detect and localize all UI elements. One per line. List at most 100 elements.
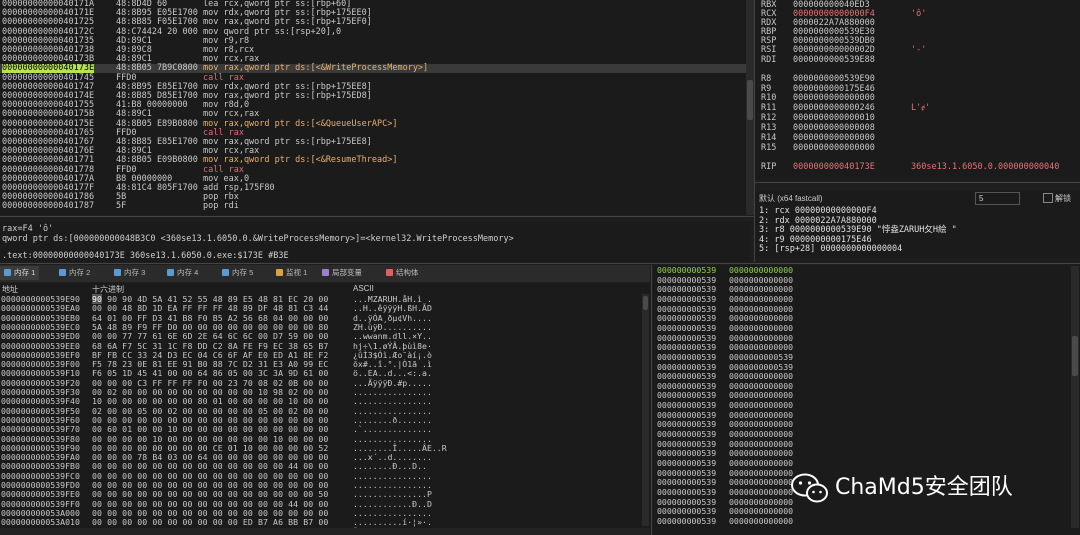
stack-value: 0000000000000: [729, 486, 794, 497]
disasm-row[interactable]: 00000000000040177A B8 00000000 mov eax,0: [0, 174, 746, 184]
tab-icon: [222, 269, 229, 276]
tab-8[interactable]: 结构体: [382, 266, 423, 280]
tab-6[interactable]: 监视 1: [272, 266, 311, 280]
disasm-row[interactable]: 00000000000040175E 48:8B05 E89B0800 mov ra…: [0, 119, 746, 129]
disasm-row[interactable]: 00000000000040177F 48:81C4 805F1700 add rs…: [0, 184, 746, 193]
info-line-2: qword ptr ds:[000000000048B3C0 <360se13.…: [2, 234, 514, 244]
call-convention-bar: 默认 (x64 fastcall) 5 解锁: [755, 191, 1080, 205]
stack-address: 000000000539: [657, 458, 717, 468]
stack-row[interactable]: 000000000539 0000000000000: [655, 516, 1070, 526]
register-row-r13[interactable]: R13 0000000000000008: [761, 123, 1080, 133]
watermark: ChaMd5安全团队: [790, 470, 1050, 506]
disasm-row[interactable]: 00000000000040173E 48:8B05 7B9C0800 mov ra…: [0, 64, 746, 74]
register-row-r10[interactable]: R10 0000000000000000: [761, 93, 1080, 103]
arg-count-spinner[interactable]: 5: [975, 192, 1020, 205]
tab-4[interactable]: 内存 4: [163, 266, 202, 280]
disasm-row[interactable]: 000000000000401786 5B pop rbx: [0, 193, 746, 202]
tab-label: 内存 4: [177, 268, 199, 277]
call-args-list: 1: rcx 00000000000000F4 2: rdx 0000022A7A…: [755, 205, 1080, 258]
register-row-r15[interactable]: R15 0000000000000000: [761, 143, 1080, 153]
register-name: RIP: [761, 162, 777, 172]
stack-row[interactable]: 000000000539 0000000000539: [655, 362, 1070, 372]
tab-1[interactable]: 内存 1: [0, 266, 40, 280]
register-row-r11[interactable]: R11 0000000000000246 L'ɇ': [761, 103, 1080, 113]
dump-scrollbar[interactable]: [642, 294, 649, 526]
call-convention-select[interactable]: 默认 (x64 fastcall): [759, 193, 823, 204]
watermark-text: ChaMd5安全团队: [835, 475, 1013, 500]
register-value[interactable]: 0000000000539E88: [793, 55, 875, 65]
memory-dump[interactable]: 地址 十六进制 ASCII 0000000000539E90 90 90 90 4…: [0, 283, 650, 535]
register-value[interactable]: 0000000000539E90: [793, 74, 875, 84]
disasm-row[interactable]: 000000000000401745 FFD0 call rax: [0, 73, 746, 83]
arg-count: 5: [979, 194, 984, 203]
register-comment: '-': [911, 45, 927, 55]
tab-3[interactable]: 内存 3: [110, 266, 149, 280]
stack-row[interactable]: 000000000539 0000000000000: [655, 410, 1070, 420]
stack-row[interactable]: 000000000539 0000000000000: [655, 313, 1070, 323]
stack-row[interactable]: 000000000539 0000000000000: [655, 284, 1070, 294]
register-row-rdi[interactable]: RDI 0000000000539E88: [761, 55, 1080, 65]
disasm-row[interactable]: 000000000000401747 48:8B95 E85E1700 mov rd…: [0, 82, 746, 92]
stack-row[interactable]: 000000000539 0000000000000: [655, 439, 1070, 449]
stack-row[interactable]: 000000000539 0000000000000: [655, 506, 1070, 516]
register-row-rsi[interactable]: RSI 000000000000002D '-': [761, 45, 1080, 55]
disasm-row[interactable]: 000000000000401738 49:89C8 mov r8,rcx: [0, 46, 746, 55]
tab-2[interactable]: 内存 2: [55, 266, 94, 280]
tab-7[interactable]: 局部变量: [318, 266, 366, 280]
stack-row[interactable]: 000000000539 0000000000000: [655, 419, 1070, 429]
register-row-rip[interactable]: RIP 000000000040173E 360se13.1.6050.0.0000…: [761, 162, 1080, 172]
disasm-row[interactable]: 00000000000040171A 48:8D4D 60 lea rcx,qwor…: [0, 0, 746, 9]
disasm-row[interactable]: 00000000000040171E 48:8B95 E05E1700 mov rd…: [0, 9, 746, 18]
stack-row[interactable]: 000000000539 0000000000000: [655, 342, 1070, 352]
tab-label: 结构体: [396, 268, 419, 277]
stack-row[interactable]: 000000000539 0000000000000: [655, 381, 1070, 391]
stack-row[interactable]: 000000000539 0000000000000: [655, 371, 1070, 381]
stack-row[interactable]: 000000000539 0000000000000: [655, 294, 1070, 304]
tab-label: 内存 2: [69, 268, 91, 277]
stack-row[interactable]: 000000000539 0000000000000: [655, 458, 1070, 468]
tab-label: 内存 1: [14, 268, 36, 277]
register-value[interactable]: 0000000000000010: [793, 113, 875, 123]
stack-row[interactable]: 000000000539 0000000000539: [655, 351, 1070, 362]
disasm-row[interactable]: 000000000000401735 4D:89C1 mov r9,r8: [0, 36, 746, 46]
stack-row[interactable]: 000000000539 0000000000000: [655, 448, 1070, 458]
stack-scrollbar[interactable]: [1071, 266, 1079, 528]
disasm-row[interactable]: 000000000000401765 FFD0 call rax: [0, 128, 746, 138]
register-value[interactable]: 0000000000000246: [793, 103, 875, 113]
disasm-row[interactable]: 000000000000401771 48:8B05 E09B0800 mov ra…: [0, 156, 746, 165]
stack-row[interactable]: 000000000539 0000000000000: [655, 333, 1070, 343]
tab-label: 内存 3: [124, 268, 146, 277]
register-row-r8[interactable]: R8 0000000000539E90: [761, 74, 1080, 84]
disasm-row[interactable]: 00000000000040174E 48:8B85 D85E1700 mov ra…: [0, 92, 746, 101]
unlock-checkbox[interactable]: [1043, 193, 1053, 203]
register-name: R14: [761, 133, 777, 143]
stack-value: 0000000000539: [729, 351, 794, 362]
disasm-row[interactable]: 000000000000401787 5F pop rdi: [0, 202, 746, 211]
register-value[interactable]: 0000000000000000: [793, 143, 875, 153]
disasm-row[interactable]: 00000000000040172C 48:C74424 20 000 mov qw…: [0, 27, 746, 37]
tab-icon: [4, 269, 11, 276]
register-row-r14[interactable]: R14 0000000000000000: [761, 133, 1080, 143]
register-value[interactable]: 000000000040173E: [793, 162, 875, 172]
stack-row[interactable]: 000000000539 0000000000000: [655, 429, 1070, 439]
register-value[interactable]: 0000000000000000: [793, 133, 875, 143]
register-name: R15: [761, 143, 777, 153]
stack-row[interactable]: 000000000539 0000000000000: [655, 275, 1070, 285]
register-value[interactable]: 0000000000000008: [793, 123, 875, 133]
stack-row[interactable]: 000000000539 0000000000000: [655, 391, 1070, 401]
disasm-row[interactable]: 000000000000401725 48:8B85 F05E1700 mov ra…: [0, 18, 746, 27]
dump-tabs: 内存 1 内存 2 内存 3 内存 4 内存 5 监视 1 局部变量 结构体: [0, 265, 650, 282]
disasm-row[interactable]: 000000000000401767 48:8B85 E85E1700 mov ra…: [0, 138, 746, 147]
disasm-row[interactable]: 000000000000401778 FFD0 call rax: [0, 165, 746, 175]
disasm-row[interactable]: 000000000000401755 41:B8 00000000 mov r8d,…: [0, 101, 746, 110]
stack-row[interactable]: 000000000539 0000000000000: [655, 304, 1070, 314]
tab-5[interactable]: 内存 5: [218, 266, 257, 280]
stack-row[interactable]: 000000000539 0000000000000: [655, 265, 1070, 275]
register-value[interactable]: 0000000000000000: [793, 93, 875, 103]
stack-row[interactable]: 000000000539 0000000000000: [655, 323, 1070, 333]
stack-row[interactable]: 000000000539 0000000000000: [655, 400, 1070, 410]
disassembly-scrollbar[interactable]: [746, 0, 754, 215]
register-row-r12[interactable]: R12 0000000000000010: [761, 113, 1080, 123]
disassembly-pane[interactable]: 00000000000040171A 48:8D4D 60 lea rcx,qwor…: [0, 0, 746, 215]
register-value[interactable]: 000000000000002D: [793, 45, 875, 55]
